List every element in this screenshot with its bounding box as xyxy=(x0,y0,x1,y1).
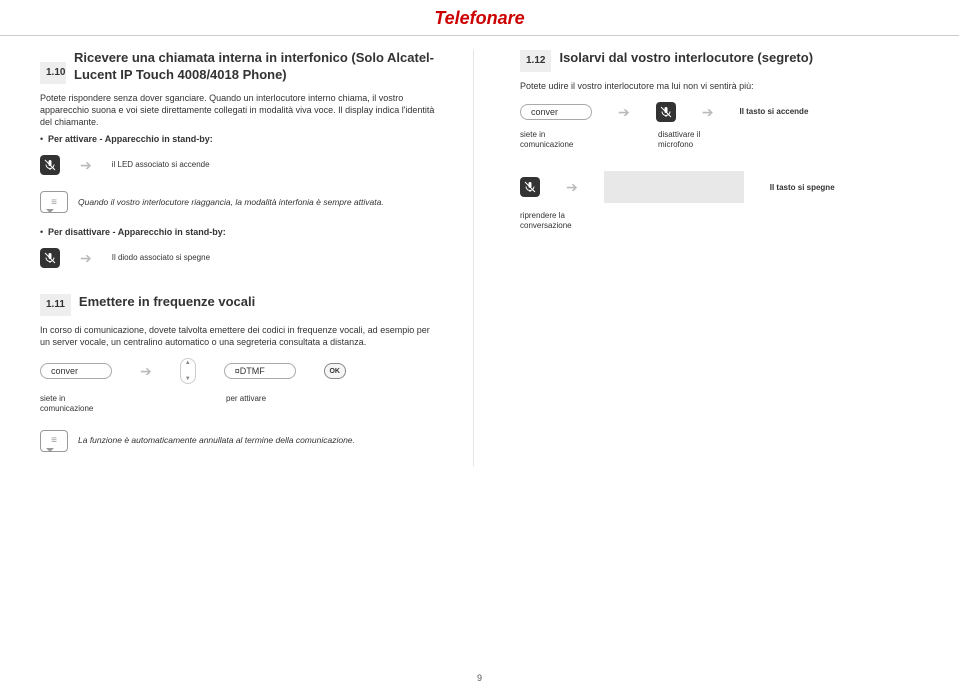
arrow-icon: ➔ xyxy=(80,250,92,267)
page-number: 9 xyxy=(0,673,959,683)
caption-in-call: siete in comunicazione xyxy=(40,394,112,413)
note-row: ≡ Quando il vostro interlocutore riaggan… xyxy=(40,191,439,213)
section-title: Isolarvi dal vostro interlocutore (segre… xyxy=(559,50,813,67)
page-title: Telefonare xyxy=(0,0,959,36)
section-number: 1.11 xyxy=(40,294,71,316)
section-title: Emettere in frequenze vocali xyxy=(79,294,255,311)
mute-off-row: ➔ Il tasto si spegne xyxy=(520,171,919,203)
arrow-icon: ➔ xyxy=(618,104,630,121)
content-columns: 1.10 Ricevere una chiamata interna in in… xyxy=(0,36,959,466)
intro-paragraph: Potete rispondere senza dover sganciare.… xyxy=(40,92,439,128)
ok-button: OK xyxy=(324,363,346,379)
nav-dtmf-group: ▲▼ xyxy=(180,358,196,384)
disable-label: Per disattivare - Apparecchio in stand-b… xyxy=(48,227,226,237)
section-title: Ricevere una chiamata interna in interfo… xyxy=(74,50,439,84)
section-number: 1.10 xyxy=(40,62,66,84)
mute-icon xyxy=(520,177,540,197)
mute-off-captions: riprendere la conversazione xyxy=(520,211,919,230)
speech-bubble-icon: ≡ xyxy=(40,430,68,452)
dtmf-pill: ¤DTMF xyxy=(224,363,296,379)
section-1-11-head: 1.11 Emettere in frequenze vocali xyxy=(40,294,439,316)
disable-list: Per disattivare - Apparecchio in stand-b… xyxy=(40,227,439,238)
caption-resume: riprendere la conversazione xyxy=(520,211,592,230)
note-row: ≡ La funzione è automaticamente annullat… xyxy=(40,430,439,452)
led-on-text: il LED associato si accende xyxy=(112,160,210,170)
arrow-icon: ➔ xyxy=(566,179,578,196)
arrow-icon: ➔ xyxy=(702,104,714,121)
right-column: 1.12 Isolarvi dal vostro interlocutore (… xyxy=(514,50,919,466)
intro-paragraph: Potete udire il vostro interlocutore ma … xyxy=(520,80,919,92)
mute-icon xyxy=(40,155,60,175)
enable-list: Per attivare - Apparecchio in stand-by: xyxy=(40,134,439,145)
key-off-text: Il tasto si spegne xyxy=(770,183,835,193)
note-text: Quando il vostro interlocutore riagganci… xyxy=(78,197,384,208)
caption-in-call: siete in comunicazione xyxy=(520,130,592,149)
caption-activate: per attivare xyxy=(226,394,298,404)
enable-label: Per attivare - Apparecchio in stand-by: xyxy=(48,134,213,144)
section-1-10-head: 1.10 Ricevere una chiamata interna in in… xyxy=(40,50,439,84)
gray-block-group xyxy=(604,171,744,203)
mute-icon xyxy=(40,248,60,268)
nav-pad-icon: ▲▼ xyxy=(180,358,196,384)
mute-on-row: conver ➔ ➔ Il tasto si accende xyxy=(520,102,919,122)
conver-pill: conver xyxy=(40,363,112,379)
note-text: La funzione è automaticamente annullata … xyxy=(78,435,355,446)
placeholder-block xyxy=(604,171,744,203)
left-column: 1.10 Ricevere una chiamata interna in in… xyxy=(40,50,474,466)
led-off-text: Il diodo associato si spegne xyxy=(112,253,210,263)
section-number: 1.12 xyxy=(520,50,551,72)
speech-bubble-icon: ≡ xyxy=(40,191,68,213)
intro-paragraph: In corso di comunicazione, dovete talvol… xyxy=(40,324,439,348)
mute-on-captions: siete in comunicazione disattivare il mi… xyxy=(520,130,919,149)
arrow-icon: ➔ xyxy=(80,157,92,174)
conver-pill: conver xyxy=(520,104,592,120)
enable-row: ➔ il LED associato si accende xyxy=(40,155,439,175)
arrow-icon: ➔ xyxy=(140,363,152,380)
section-1-12-head: 1.12 Isolarvi dal vostro interlocutore (… xyxy=(520,50,919,72)
key-on-text: Il tasto si accende xyxy=(739,107,808,117)
dtmf-captions: siete in comunicazione per attivare xyxy=(40,394,439,413)
caption-disable-mic: disattivare il microfono xyxy=(658,130,728,149)
dtmf-row: conver ➔ ▲▼ ¤DTMF OK xyxy=(40,358,439,384)
disable-row: ➔ Il diodo associato si spegne xyxy=(40,248,439,268)
mute-icon xyxy=(656,102,676,122)
